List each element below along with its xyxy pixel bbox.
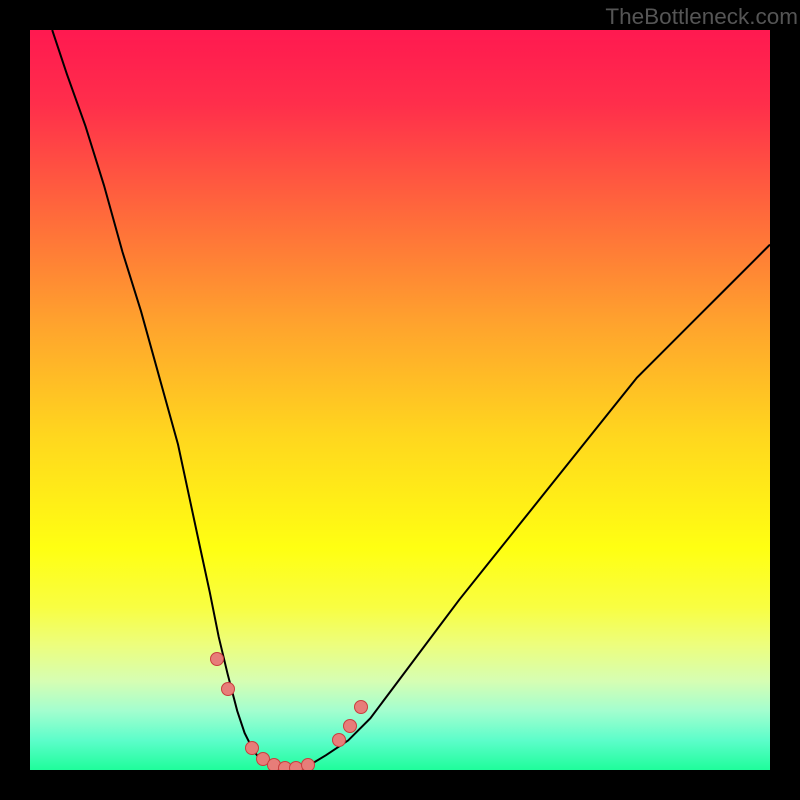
data-point <box>221 682 235 696</box>
data-point <box>301 758 315 770</box>
watermark: TheBottleneck.com <box>605 4 798 30</box>
data-point <box>210 652 224 666</box>
data-point <box>354 700 368 714</box>
plot-area <box>30 30 770 770</box>
chart-container: TheBottleneck.com <box>0 0 800 800</box>
data-point <box>245 741 259 755</box>
data-point <box>332 733 346 747</box>
dots-layer <box>30 30 770 770</box>
data-point <box>343 719 357 733</box>
